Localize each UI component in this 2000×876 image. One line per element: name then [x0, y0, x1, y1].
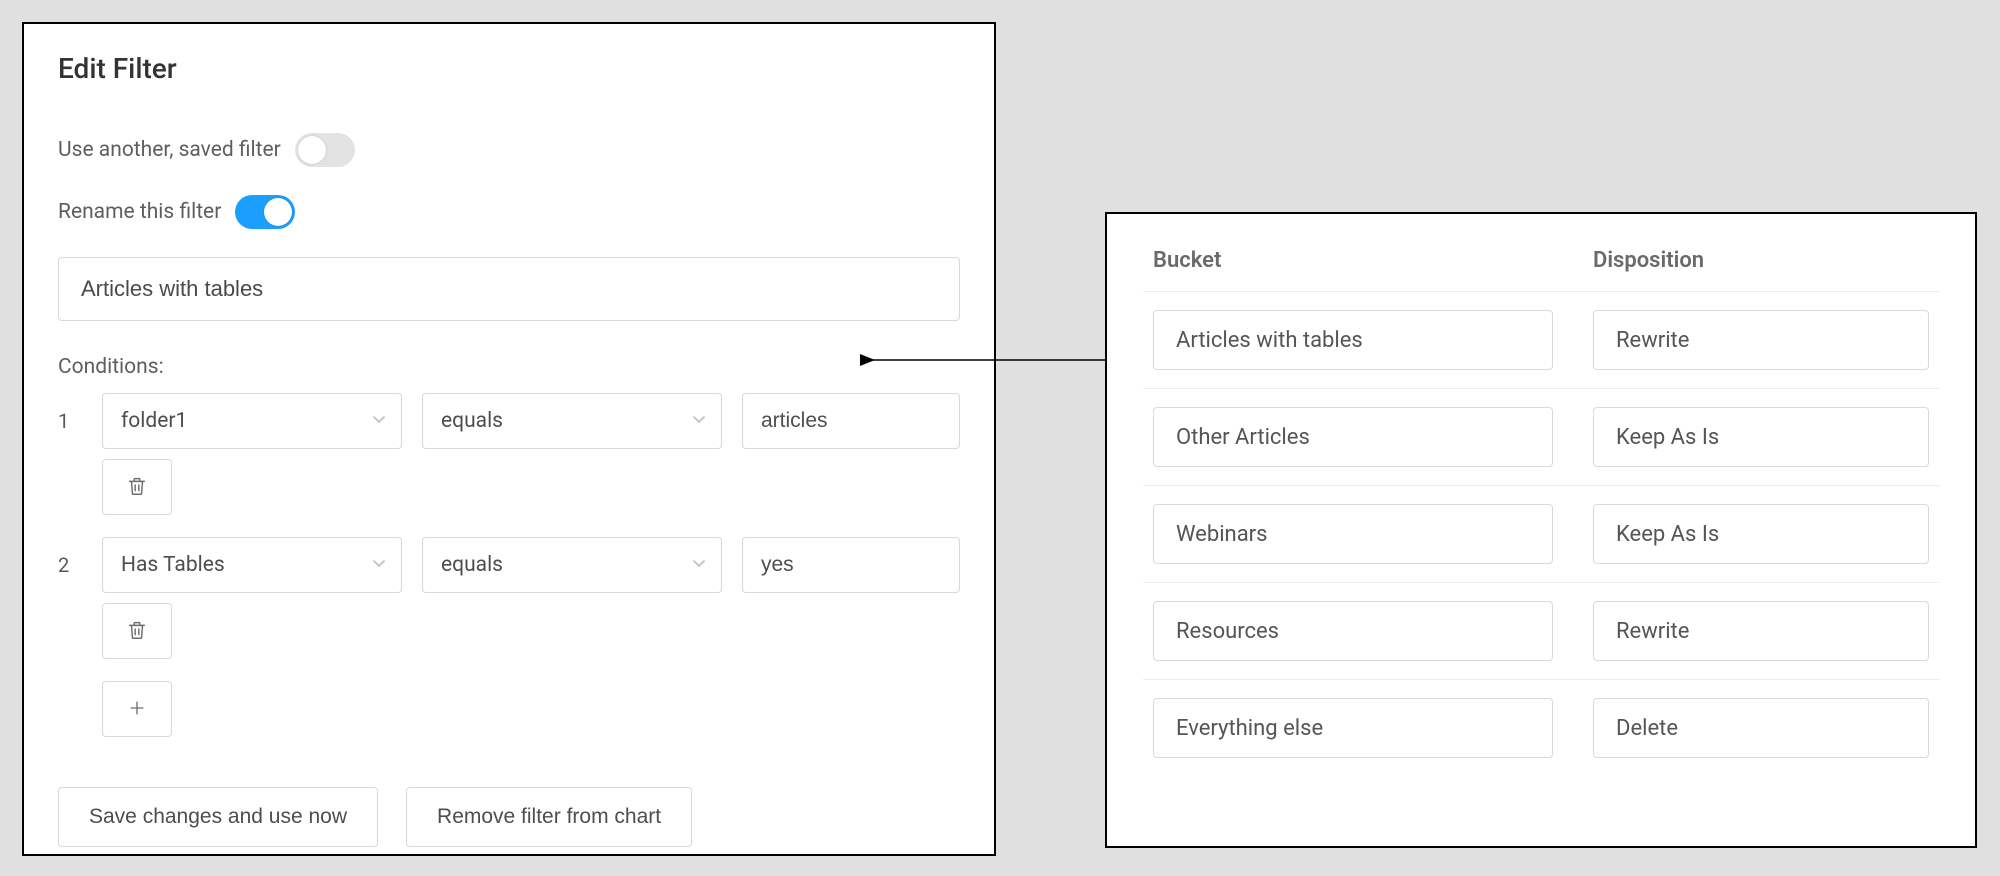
condition-operator-select[interactable]: equals [422, 393, 722, 449]
rename-filter-row: Rename this filter [58, 195, 960, 229]
condition-field-select[interactable]: Has Tables [102, 537, 402, 593]
condition-field-value: folder1 [121, 409, 187, 433]
rename-filter-label: Rename this filter [58, 200, 221, 224]
table-row: Articles with tables Rewrite [1143, 292, 1939, 389]
remove-filter-button[interactable]: Remove filter from chart [406, 787, 692, 847]
condition-operator-value: equals [441, 409, 503, 433]
save-filter-button[interactable]: Save changes and use now [58, 787, 378, 847]
header-disposition: Disposition [1593, 248, 1929, 273]
disposition-cell[interactable]: Keep As Is [1593, 407, 1929, 467]
header-bucket: Bucket [1153, 248, 1553, 273]
chevron-down-icon [691, 553, 707, 577]
delete-condition-button[interactable] [102, 459, 172, 515]
chevron-down-icon [371, 553, 387, 577]
condition-value-input[interactable] [742, 537, 960, 593]
trash-icon [126, 475, 148, 500]
chevron-down-icon [371, 409, 387, 433]
plus-icon [127, 698, 147, 721]
mapping-table-panel: Bucket Disposition Articles with tables … [1105, 212, 1977, 848]
use-saved-filter-label: Use another, saved filter [58, 138, 281, 162]
trash-icon [126, 619, 148, 644]
condition-row: 2 Has Tables equals [58, 537, 960, 593]
add-condition-button[interactable] [102, 681, 172, 737]
table-header: Bucket Disposition [1143, 242, 1939, 292]
bucket-cell[interactable]: Everything else [1153, 698, 1553, 758]
delete-condition-button[interactable] [102, 603, 172, 659]
condition-field-value: Has Tables [121, 553, 225, 577]
bucket-cell[interactable]: Webinars [1153, 504, 1553, 564]
panel-title: Edit Filter [58, 52, 960, 85]
disposition-cell[interactable]: Keep As Is [1593, 504, 1929, 564]
disposition-cell[interactable]: Rewrite [1593, 601, 1929, 661]
condition-index: 1 [58, 409, 82, 433]
bucket-cell[interactable]: Resources [1153, 601, 1553, 661]
condition-value-input[interactable] [742, 393, 960, 449]
disposition-cell[interactable]: Delete [1593, 698, 1929, 758]
use-saved-filter-row: Use another, saved filter [58, 133, 960, 167]
bucket-cell[interactable]: Articles with tables [1153, 310, 1553, 370]
rename-filter-toggle[interactable] [235, 195, 295, 229]
filter-actions: Save changes and use now Remove filter f… [58, 787, 960, 847]
table-row: Other Articles Keep As Is [1143, 389, 1939, 486]
disposition-cell[interactable]: Rewrite [1593, 310, 1929, 370]
conditions-label: Conditions: [58, 355, 960, 379]
condition-operator-value: equals [441, 553, 503, 577]
use-saved-filter-toggle[interactable] [295, 133, 355, 167]
filter-name-input[interactable] [58, 257, 960, 321]
table-row: Webinars Keep As Is [1143, 486, 1939, 583]
edit-filter-panel: Edit Filter Use another, saved filter Re… [22, 22, 996, 856]
condition-row: 1 folder1 equals [58, 393, 960, 449]
condition-field-select[interactable]: folder1 [102, 393, 402, 449]
table-row: Everything else Delete [1143, 680, 1939, 776]
bucket-cell[interactable]: Other Articles [1153, 407, 1553, 467]
table-row: Resources Rewrite [1143, 583, 1939, 680]
condition-operator-select[interactable]: equals [422, 537, 722, 593]
chevron-down-icon [691, 409, 707, 433]
condition-index: 2 [58, 553, 82, 577]
